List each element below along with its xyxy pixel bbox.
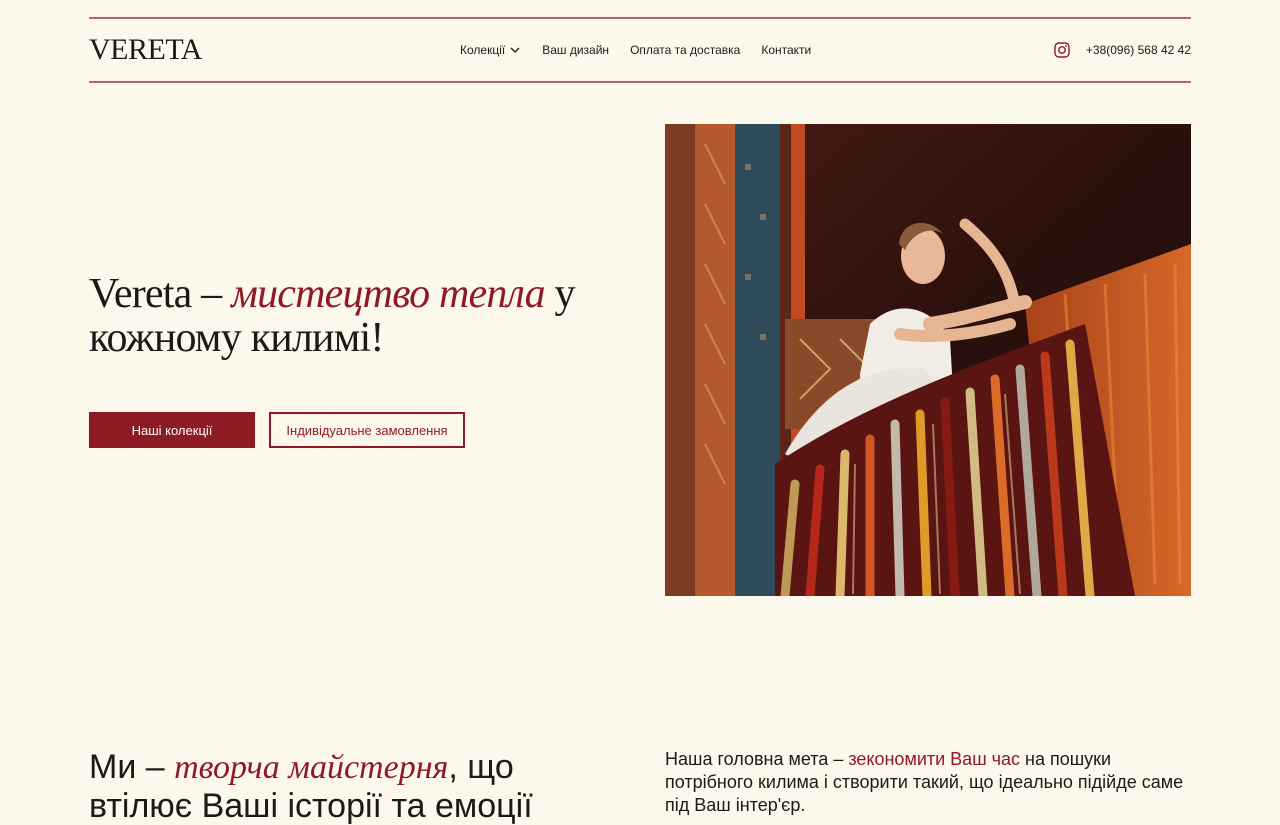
about-title: Ми – творча майстерня, що втілює Ваші іс… [89, 748, 609, 825]
nav-item-payment-delivery[interactable]: Оплата та доставка [630, 43, 740, 57]
about-title-part1: Ми – [89, 748, 175, 786]
logo[interactable]: VERETA [89, 35, 202, 65]
hero-image [665, 124, 1191, 596]
chevron-down-icon [510, 47, 520, 53]
main-nav: Колекції Ваш дизайн Оплата та доставка К… [460, 19, 811, 81]
nav-item-your-design[interactable]: Ваш дизайн [542, 43, 609, 57]
phone-link[interactable]: +38(096) 568 42 42 [1086, 43, 1191, 57]
instagram-icon[interactable] [1054, 42, 1070, 58]
custom-order-button[interactable]: Індивідуальне замовлення [269, 412, 465, 448]
about-text-accent: зекономити Ваш час [848, 749, 1021, 769]
hero-title-accent: мистецтво тепла [231, 271, 546, 317]
nav-item-collections[interactable]: Колекції [460, 43, 521, 57]
nav-label: Колекції [460, 43, 506, 57]
about-text: Наша головна мета – зекономити Ваш час н… [665, 748, 1191, 817]
site-header: VERETA Колекції Ваш дизайн Оплата та дос… [89, 17, 1191, 83]
hero-title-part1: Vereta – [89, 271, 232, 317]
nav-item-contacts[interactable]: Контакти [761, 43, 811, 57]
about-text-part1: Наша головна мета – [665, 749, 849, 769]
header-contacts: +38(096) 568 42 42 [1054, 19, 1191, 81]
our-collections-button[interactable]: Наші колекції [89, 412, 255, 448]
about-title-accent: творча майстерня [174, 749, 449, 786]
hero-title: Vereta – мистецтво тепла у кожному килим… [89, 272, 609, 360]
hero-photo [665, 124, 1191, 596]
